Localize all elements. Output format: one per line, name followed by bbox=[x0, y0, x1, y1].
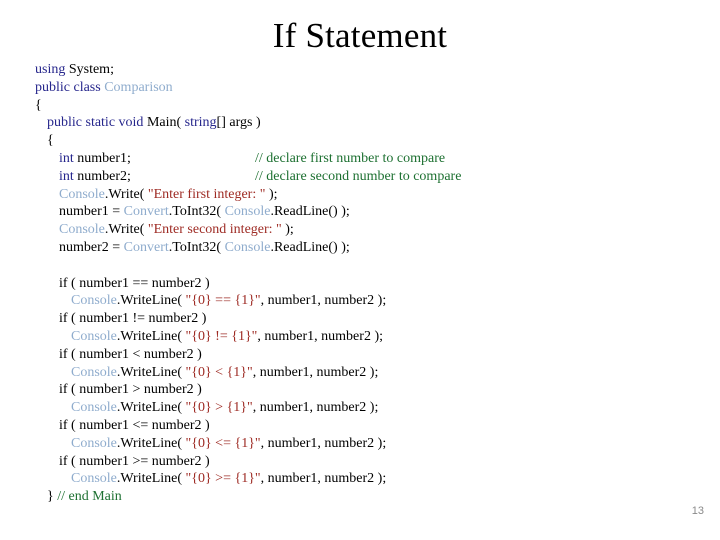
code-line: number1 = Convert.ToInt32( Console.ReadL… bbox=[35, 203, 695, 221]
code-token-string: "{0} == {1}" bbox=[185, 293, 261, 309]
code-line: Console.WriteLine( "{0} != {1}", number1… bbox=[35, 328, 695, 346]
code-token-string: "Enter second integer: " bbox=[147, 222, 282, 238]
code-token-plain: number2; bbox=[73, 168, 131, 184]
code-token-plain: ); bbox=[265, 186, 278, 202]
code-line: { bbox=[35, 132, 695, 150]
code-token-plain: .Write( bbox=[104, 186, 148, 202]
slide-canvas: If Statement using System; public class C… bbox=[0, 0, 720, 540]
code-line: using System; bbox=[35, 61, 695, 79]
code-token-plain: number1 = bbox=[59, 204, 124, 220]
code-token-type: Console bbox=[71, 364, 117, 380]
code-token-plain: .Write( bbox=[104, 222, 148, 238]
code-token-string: "{0} <= {1}" bbox=[185, 435, 261, 451]
code-token-string: "{0} != {1}" bbox=[185, 328, 258, 344]
code-token-plain: .ToInt32( bbox=[168, 239, 225, 255]
code-token-string: "{0} < {1}" bbox=[185, 364, 253, 380]
code-line: Console.WriteLine( "{0} > {1}", number1,… bbox=[35, 399, 695, 417]
page-title: If Statement bbox=[272, 16, 448, 55]
code-token-plain: if ( number1 == number2 ) bbox=[59, 275, 210, 291]
code-token-keyword: int bbox=[59, 150, 74, 166]
code-token-type: Console bbox=[224, 204, 271, 220]
code-line: Console.WriteLine( "{0} <= {1}", number1… bbox=[35, 435, 695, 453]
code-line: Console.WriteLine( "{0} < {1}", number1,… bbox=[35, 364, 695, 382]
code-line: int number1; // declare first number to c… bbox=[35, 150, 695, 168]
code-token-type: Console bbox=[71, 293, 117, 309]
code-token-plain: .ReadLine() ); bbox=[270, 204, 350, 220]
code-token-keyword: public static void bbox=[47, 115, 147, 131]
code-token-plain: .ToInt32( bbox=[168, 204, 225, 220]
code-line: Console.WriteLine( "{0} >= {1}", number1… bbox=[35, 470, 695, 488]
code-token-plain: , number1, number2 ); bbox=[257, 328, 383, 344]
code-token-plain: , number1, number2 ); bbox=[260, 293, 387, 309]
code-token-type: Console bbox=[224, 239, 271, 255]
code-trailing-comment: // declare second number to compare bbox=[255, 168, 462, 184]
code-token-plain: System; bbox=[68, 62, 114, 77]
code-token-type: Console bbox=[71, 328, 117, 344]
code-trailing-comment: // declare first number to compare bbox=[255, 150, 446, 166]
code-token-plain: if ( number1 != number2 ) bbox=[59, 311, 207, 327]
code-line: if ( number1 <= number2 ) bbox=[35, 417, 695, 435]
code-line: if ( number1 > number2 ) bbox=[35, 381, 695, 399]
code-token-plain: .ReadLine() ); bbox=[270, 239, 350, 255]
code-token-plain: .WriteLine( bbox=[116, 435, 186, 451]
code-line: if ( number1 == number2 ) bbox=[35, 275, 695, 293]
code-token-plain: number2 = bbox=[59, 239, 124, 255]
code-line: Console.Write( "Enter first integer: " )… bbox=[35, 186, 695, 204]
code-line: { bbox=[35, 97, 695, 115]
slide-page-number: 13 bbox=[691, 505, 704, 517]
code-token-comment: // end Main bbox=[57, 489, 122, 505]
code-token-plain: , number1, number2 ); bbox=[260, 435, 387, 451]
code-token-plain: { bbox=[47, 133, 54, 149]
code-token-plain: .WriteLine( bbox=[116, 471, 186, 487]
code-line: if ( number1 >= number2 ) bbox=[35, 453, 695, 471]
code-line: Console.WriteLine( "{0} == {1}", number1… bbox=[35, 292, 695, 310]
code-token-string: "{0} > {1}" bbox=[185, 400, 253, 416]
code-token-keyword: public class bbox=[35, 79, 105, 95]
code-token-plain: if ( number1 >= number2 ) bbox=[59, 453, 210, 469]
code-token-type: Console bbox=[59, 186, 105, 202]
code-token-keyword: int bbox=[59, 168, 74, 184]
code-token-string: "Enter first integer: " bbox=[147, 186, 266, 202]
code-token-plain: , number1, number2 ); bbox=[252, 364, 379, 380]
code-token-plain: [] args ) bbox=[216, 115, 261, 131]
code-line: } // end Main bbox=[35, 488, 695, 506]
code-token-plain: .WriteLine( bbox=[116, 400, 186, 416]
code-token-plain: if ( number1 < number2 ) bbox=[59, 346, 202, 362]
code-token-plain: if ( number1 > number2 ) bbox=[59, 382, 202, 398]
code-token-type: Comparison bbox=[104, 79, 173, 95]
code-token-plain: ); bbox=[281, 222, 294, 238]
code-token-type: Console bbox=[71, 435, 117, 451]
code-token-type: Console bbox=[59, 222, 105, 238]
code-listing: using System; public class Comparison{pub… bbox=[35, 61, 695, 506]
code-token-type: Console bbox=[71, 471, 117, 487]
code-line: number2 = Convert.ToInt32( Console.ReadL… bbox=[35, 239, 695, 257]
code-token-keyword: string bbox=[184, 115, 217, 131]
code-token-plain: , number1, number2 ); bbox=[252, 400, 379, 416]
code-token-type: Console bbox=[71, 400, 117, 416]
code-line: int number2; // declare second number to … bbox=[35, 168, 695, 186]
code-token-plain: number1; bbox=[73, 150, 131, 166]
code-token-plain: .WriteLine( bbox=[116, 328, 186, 344]
code-line: public class Comparison bbox=[35, 79, 695, 97]
code-token-plain: .WriteLine( bbox=[116, 293, 186, 309]
code-line: Console.Write( "Enter second integer: " … bbox=[35, 221, 695, 239]
code-token-string: "{0} >= {1}" bbox=[185, 471, 261, 487]
code-token-plain: if ( number1 <= number2 ) bbox=[59, 417, 210, 433]
code-token-type: Convert bbox=[123, 204, 169, 220]
code-token-keyword: using bbox=[35, 62, 69, 77]
code-line: if ( number1 != number2 ) bbox=[35, 310, 695, 328]
code-line: public static void Main( string[] args ) bbox=[35, 114, 695, 132]
code-token-plain: } bbox=[47, 489, 58, 505]
code-token-type: Convert bbox=[123, 239, 169, 255]
code-token-plain: .WriteLine( bbox=[116, 364, 186, 380]
code-token-plain: , number1, number2 ); bbox=[260, 471, 387, 487]
code-line: if ( number1 < number2 ) bbox=[35, 346, 695, 364]
code-token-plain: Main( bbox=[146, 115, 185, 131]
code-token-plain: { bbox=[35, 97, 42, 113]
